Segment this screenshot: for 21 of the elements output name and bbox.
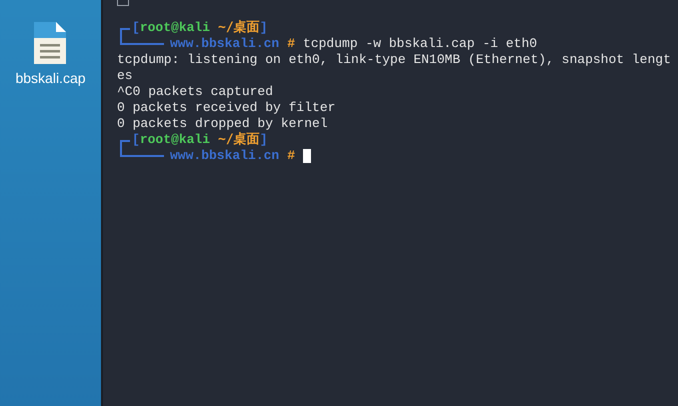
prompt-host: www.bbskali.cn — [170, 148, 280, 164]
output-line: es — [117, 68, 133, 84]
output-line: 0 packets received by filter — [117, 100, 336, 116]
output-line: tcpdump: listening on eth0, link-type EN10MB (Ethernet), snapshot lengt — [117, 52, 671, 68]
output-line: 0 packets dropped by kernel — [117, 116, 328, 132]
prompt-open-bracket: [ — [132, 20, 140, 36]
prompt-open-bracket: [ — [132, 132, 140, 148]
desktop-icon-label[interactable]: bbskali.cap — [15, 70, 86, 86]
prompt-symbol: # — [287, 148, 296, 164]
prompt-symbol: # — [287, 36, 296, 52]
text-cursor — [303, 149, 312, 163]
command-text: tcpdump -w bbskali.cap -i eth0 — [303, 36, 538, 52]
prompt-user-host: root@kali — [140, 132, 210, 148]
prompt-path: ~/桌面 — [218, 132, 260, 148]
prompt-path: ~/桌面 — [218, 20, 260, 36]
binary-file-icon — [32, 20, 68, 66]
prompt-host: www.bbskali.cn — [170, 36, 280, 52]
output-line: ^C0 packets captured — [117, 84, 274, 100]
prompt-close-bracket: ] — [260, 20, 268, 36]
prompt-close-bracket: ] — [260, 132, 268, 148]
prompt-user-host: root@kali — [140, 20, 210, 36]
